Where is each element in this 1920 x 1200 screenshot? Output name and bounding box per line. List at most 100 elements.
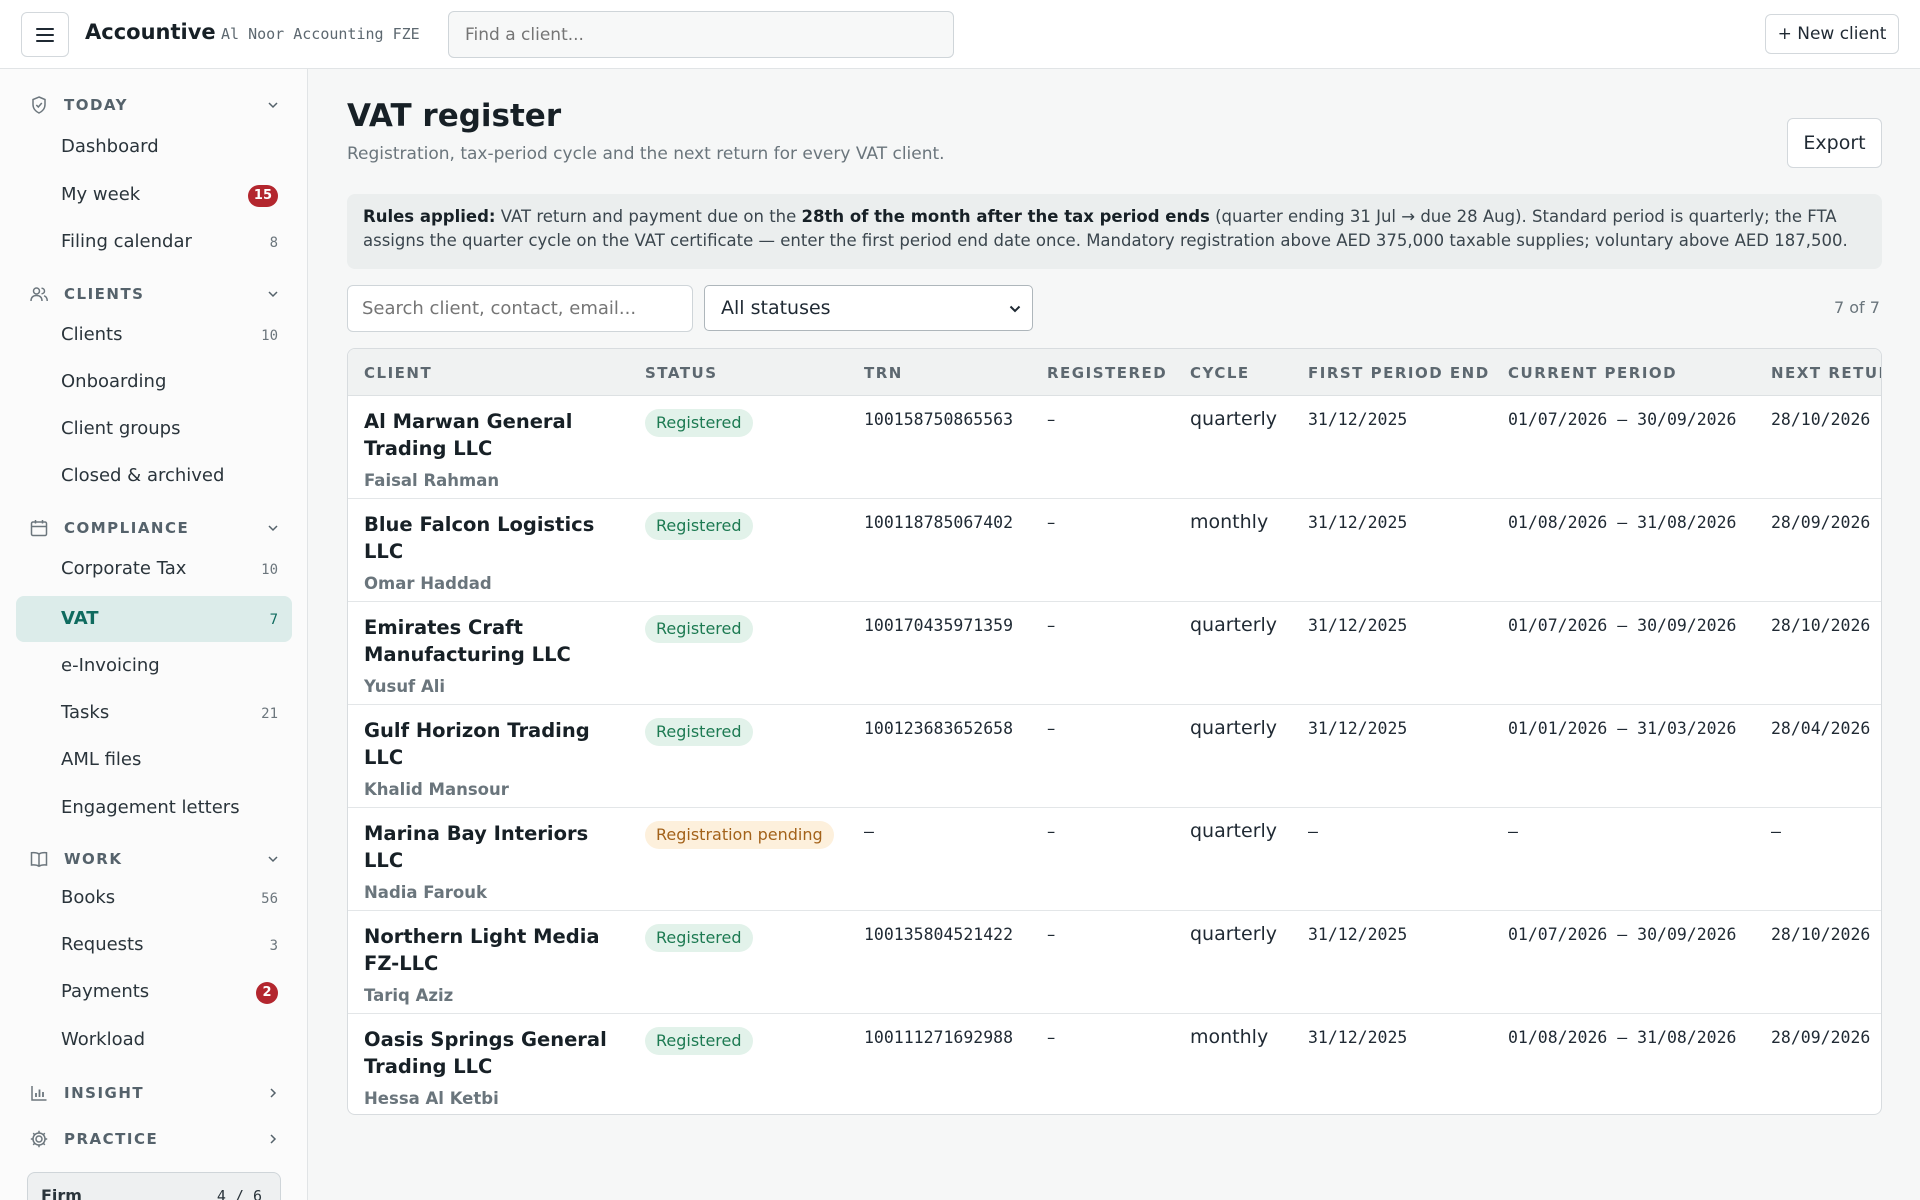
column-header-cycle[interactable]: CYCLE (1190, 364, 1250, 382)
column-header-first-period-end[interactable]: FIRST PERIOD END (1308, 364, 1490, 382)
rules-text-1: VAT return and payment due on the (495, 207, 802, 226)
sidebar-item-engagement-letters[interactable]: Engagement letters (16, 785, 292, 831)
client-search-input[interactable] (448, 11, 954, 58)
sidebar-item-aml-files[interactable]: AML files (16, 737, 292, 783)
menu-button[interactable] (21, 12, 69, 57)
chevron-down-icon (1009, 305, 1021, 313)
sidebar-item-label: Payments (61, 981, 150, 1002)
rules-lead: Rules applied: (363, 207, 496, 226)
sidebar-item-label: e-Invoicing (61, 655, 160, 676)
section-today-title: TODAY (64, 96, 128, 114)
sidebar-item-filing-calendar[interactable]: Filing calendar 8 (16, 219, 292, 265)
firm-card-label: Firm (41, 1186, 82, 1200)
sidebar-item-onboarding[interactable]: Onboarding (16, 359, 292, 405)
sidebar-item-vat[interactable]: VAT 7 (16, 596, 292, 642)
book-icon (30, 851, 48, 868)
client-contact: Hessa Al Ketbi (364, 1089, 499, 1108)
sidebar-item-e-invoicing[interactable]: e-Invoicing (16, 643, 292, 689)
firm-seats-card[interactable]: Firm 4 / 6 (27, 1172, 281, 1200)
column-header-registered[interactable]: REGISTERED (1047, 364, 1167, 382)
next-return-value: 28/09/2026 (1771, 1028, 1871, 1047)
sidebar-item-dashboard[interactable]: Dashboard (16, 124, 292, 170)
rules-emphasis: 28th of the month after the tax period e… (801, 207, 1210, 226)
first-period-end-value: – (1308, 822, 1318, 841)
current-period-value: – (1508, 822, 1518, 841)
registered-value: – (1047, 410, 1056, 429)
client-name[interactable]: Oasis Springs General Trading LLC (364, 1026, 614, 1080)
first-period-end-value: 31/12/2025 (1308, 410, 1408, 429)
next-return-value: 28/10/2026 (1771, 925, 1871, 944)
section-compliance[interactable]: COMPLIANCE (0, 513, 308, 543)
client-name[interactable]: Al Marwan General Trading LLC (364, 408, 614, 462)
table-row[interactable]: Al Marwan General Trading LLC Faisal Rah… (348, 396, 1881, 499)
table-row[interactable]: Northern Light Media FZ-LLC Tariq Aziz R… (348, 911, 1881, 1014)
status-filter-select[interactable]: All statuses (704, 285, 1033, 331)
sidebar-item-label: My week (61, 184, 141, 205)
sidebar-item-label: Filing calendar (61, 231, 192, 252)
sidebar-item-clients[interactable]: Clients 10 (16, 312, 292, 358)
gear-icon (30, 1130, 48, 1148)
sidebar-item-payments[interactable]: Payments 2 (16, 969, 292, 1015)
section-clients[interactable]: CLIENTS (0, 279, 308, 309)
client-name[interactable]: Northern Light Media FZ-LLC (364, 923, 614, 977)
client-name[interactable]: Gulf Horizon Trading LLC (364, 717, 614, 771)
sidebar: TODAY Dashboard My week 15 Filing calenda… (0, 69, 308, 1200)
trn-value: 100170435971359 (864, 616, 1014, 635)
status-filter-value: All statuses (721, 297, 831, 319)
column-header-status[interactable]: STATUS (645, 364, 718, 382)
page-title: VAT register (347, 98, 562, 134)
trn-value: 100118785067402 (864, 513, 1014, 532)
current-period-value: 01/01/2026 – 31/03/2026 (1508, 719, 1737, 738)
client-name[interactable]: Emirates Craft Manufacturing LLC (364, 614, 614, 668)
section-work-title: WORK (64, 850, 123, 868)
sidebar-item-label: Engagement letters (61, 797, 240, 818)
sidebar-item-books[interactable]: Books 56 (16, 875, 292, 921)
table-row[interactable]: Blue Falcon Logistics LLC Omar Haddad Re… (348, 499, 1881, 602)
sidebar-item-my-week[interactable]: My week 15 (16, 172, 292, 218)
column-header-next-return[interactable]: NEXT RETUR (1771, 364, 1881, 382)
count-badge: 2 (256, 982, 278, 1004)
next-return-value: 28/10/2026 (1771, 616, 1871, 635)
sidebar-item-corporate-tax[interactable]: Corporate Tax 10 (16, 546, 292, 592)
client-name[interactable]: Blue Falcon Logistics LLC (364, 511, 614, 565)
client-contact: Omar Haddad (364, 574, 492, 593)
column-header-trn[interactable]: TRN (864, 364, 903, 382)
sidebar-item-requests[interactable]: Requests 3 (16, 922, 292, 968)
sidebar-item-label: Tasks (61, 702, 110, 723)
export-button[interactable]: Export (1787, 118, 1882, 168)
status-badge: Registered (645, 1027, 753, 1055)
table-row[interactable]: Emirates Craft Manufacturing LLC Yusuf A… (348, 602, 1881, 705)
sidebar-item-label: Closed & archived (61, 465, 225, 486)
table-row[interactable]: Marina Bay Interiors LLC Nadia Farouk Re… (348, 808, 1881, 911)
section-practice-title: PRACTICE (64, 1130, 159, 1148)
register-search-input[interactable] (347, 285, 693, 332)
section-practice[interactable]: PRACTICE (0, 1124, 308, 1154)
app-brand: Accountive (85, 20, 216, 44)
section-today[interactable]: TODAY (0, 90, 308, 120)
section-work[interactable]: WORK (0, 844, 308, 874)
chevron-down-icon (268, 102, 278, 109)
trn-value: 100111271692988 (864, 1028, 1014, 1047)
new-client-button[interactable]: + New client (1765, 14, 1899, 54)
cycle-value: quarterly (1190, 717, 1278, 739)
table-row[interactable]: Oasis Springs General Trading LLC Hessa … (348, 1014, 1881, 1114)
current-period-value: 01/07/2026 – 30/09/2026 (1508, 410, 1737, 429)
section-insight[interactable]: INSIGHT (0, 1078, 308, 1108)
table-row[interactable]: Gulf Horizon Trading LLC Khalid Mansour … (348, 705, 1881, 808)
current-period-value: 01/07/2026 – 30/09/2026 (1508, 925, 1737, 944)
item-count: 10 (261, 328, 278, 344)
column-header-current-period[interactable]: CURRENT PERIOD (1508, 364, 1677, 382)
registered-value: – (1047, 513, 1056, 532)
sidebar-item-tasks[interactable]: Tasks 21 (16, 690, 292, 736)
current-period-value: 01/08/2026 – 31/08/2026 (1508, 513, 1737, 532)
client-contact: Khalid Mansour (364, 780, 509, 799)
sidebar-item-closed-archived[interactable]: Closed & archived (16, 453, 292, 499)
next-return-value: 28/04/2026 (1771, 719, 1871, 738)
column-header-client[interactable]: CLIENT (364, 364, 432, 382)
client-name[interactable]: Marina Bay Interiors LLC (364, 820, 614, 874)
sidebar-item-workload[interactable]: Workload (16, 1017, 292, 1063)
cycle-value: quarterly (1190, 408, 1278, 430)
sidebar-item-client-groups[interactable]: Client groups (16, 406, 292, 452)
status-badge: Registered (645, 512, 753, 540)
registered-value: – (1047, 925, 1056, 944)
